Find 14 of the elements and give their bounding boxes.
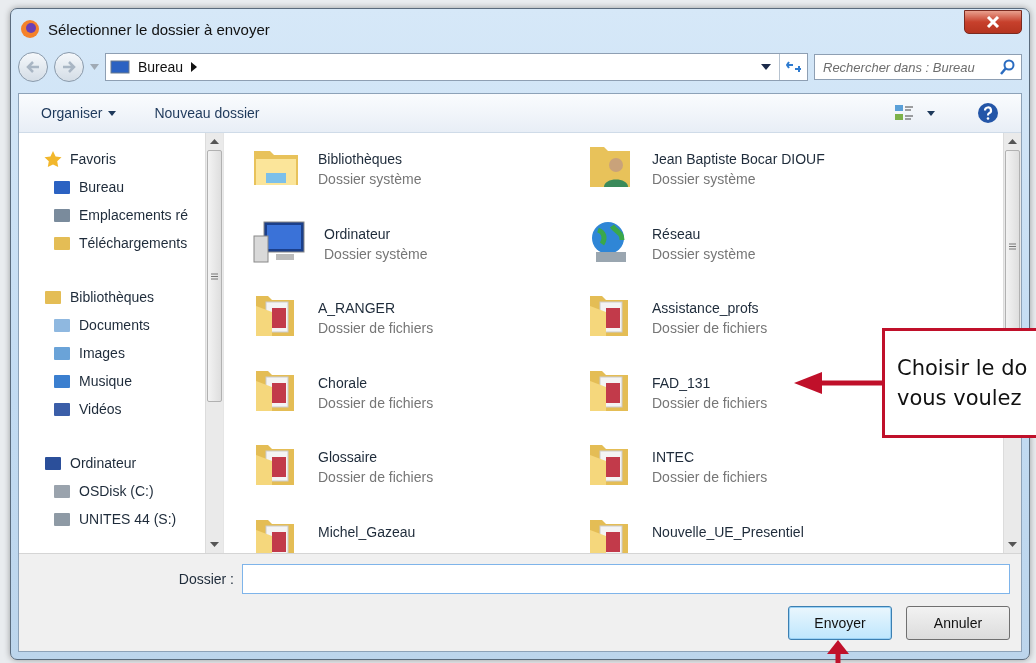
item-type: Dossier de fichiers — [318, 469, 434, 485]
window-title: Sélectionner le dossier à envoyer — [48, 20, 271, 38]
callout-text: vous voulez — [897, 385, 1023, 412]
item-type: Dossier système — [318, 171, 422, 187]
item-type: Dossier de fichiers — [652, 320, 768, 336]
item-type: Dossier de fichiers — [318, 320, 434, 336]
item-type: Dossier système — [652, 171, 757, 187]
callout-text: Choisir le do — [897, 355, 1029, 382]
folder-label: Dossier : — [178, 571, 234, 587]
item-type: Dossier de fichiers — [318, 394, 434, 411]
item-type: Dossier de fichiers — [652, 469, 768, 485]
item-type: Dossier système — [652, 245, 756, 262]
item-type: Dossier de fichiers — [652, 394, 768, 411]
item-type: Dossier système — [324, 245, 428, 262]
